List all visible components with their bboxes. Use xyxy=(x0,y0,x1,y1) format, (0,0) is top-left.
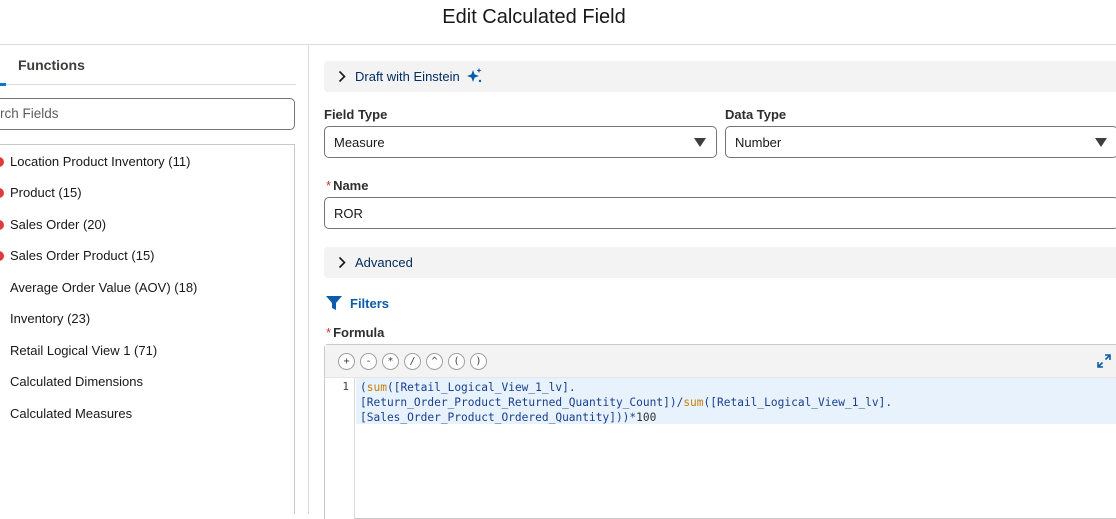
tab-functions-label: Functions xyxy=(18,57,85,73)
name-label: * Name xyxy=(326,178,368,193)
advanced-label: Advanced xyxy=(355,255,413,270)
tree-item[interactable]: Calculated Measures xyxy=(0,402,291,426)
formula-label: * Formula xyxy=(326,325,384,340)
tree-item[interactable]: Sales Order Product (15) xyxy=(0,244,291,268)
tree-item[interactable]: Location Product Inventory (11) xyxy=(0,150,291,174)
object-marker-icon xyxy=(0,157,4,167)
search-placeholder-clip: Search Fields xyxy=(1,99,291,129)
code-field-ref: [Sales_Order_Product_Ordered_Quantity])) xyxy=(360,411,630,424)
tree-item-label: Product (15) xyxy=(10,185,82,200)
code-field-ref: ([Retail_Logical_View_1_lv]. xyxy=(703,396,893,409)
required-marker: * xyxy=(326,178,332,193)
modal-title: Edit Calculated Field xyxy=(442,6,626,28)
code-field-ref: ([Retail_Logical_View_1_lv]. xyxy=(386,381,576,394)
caret-down-icon xyxy=(694,138,706,147)
code-function-sum: sum xyxy=(683,396,704,409)
tree-item[interactable]: Retail Logical View 1 (71) xyxy=(0,339,291,363)
data-type-label: Data Type xyxy=(725,107,787,122)
tree-item-label: Location Product Inventory (11) xyxy=(10,154,191,169)
operator-toolbar: + - * / ^ () xyxy=(325,345,1116,378)
tree-item-label: Calculated Measures xyxy=(10,406,133,421)
field-type-value: Measure xyxy=(334,135,385,150)
tree-item-label: Sales Order Product (15) xyxy=(10,248,155,263)
filter-icon xyxy=(326,296,342,310)
formula-label-text: Formula xyxy=(333,325,385,340)
object-marker-icon xyxy=(0,220,4,230)
tree-item[interactable]: Sales Order (20) xyxy=(0,213,291,237)
tree-item[interactable]: Product (15) xyxy=(0,181,291,205)
operator-button[interactable]: ) xyxy=(470,353,487,370)
operator-button[interactable]: / xyxy=(404,353,421,370)
operator-button[interactable]: + xyxy=(338,353,355,370)
active-tab-indicator xyxy=(0,83,6,86)
data-type-value: Number xyxy=(735,135,782,150)
tree-item-label: Average Order Value (AOV) (18) xyxy=(10,280,198,295)
search-placeholder: Search Fields xyxy=(1,106,59,121)
object-marker-icon xyxy=(0,251,4,261)
name-value: ROR xyxy=(334,206,363,221)
code-number: 100 xyxy=(636,411,657,424)
tree-item-label: Inventory (23) xyxy=(10,311,91,326)
name-label-text: Name xyxy=(333,178,369,193)
chevron-right-icon xyxy=(338,70,346,83)
chevron-right-icon xyxy=(338,256,346,269)
draft-with-einstein-label: Draft with Einstein xyxy=(355,69,460,84)
caret-down-icon xyxy=(1095,138,1107,147)
code-field-ref: [Return_Order_Product_Returned_Quantity_… xyxy=(360,396,684,409)
advanced-toggle[interactable]: Advanced xyxy=(324,247,1116,278)
name-input[interactable]: ROR xyxy=(324,197,1116,229)
tree-item-label: Sales Order (20) xyxy=(10,217,107,232)
tab-functions[interactable]: Functions xyxy=(0,55,296,86)
einstein-sparkle-icon xyxy=(467,68,482,83)
required-marker: * xyxy=(326,325,332,340)
editor-panel: Draft with Einstein Field Type Measure D… xyxy=(310,45,1116,519)
fields-panel: Functions Search Fields Location Product… xyxy=(0,45,309,514)
tree-item-label: Retail Logical View 1 (71) xyxy=(10,343,158,358)
field-type-label: Field Type xyxy=(324,107,388,122)
operator-button[interactable]: ^ xyxy=(426,353,443,370)
line-number: 1 xyxy=(342,380,349,393)
operator-button[interactable]: ( xyxy=(448,353,465,370)
expand-icon[interactable] xyxy=(1097,354,1111,368)
operator-button[interactable]: * xyxy=(382,353,399,370)
line-gutter: 1 xyxy=(325,378,355,519)
draft-with-einstein-toggle[interactable]: Draft with Einstein xyxy=(324,61,1116,92)
formula-code[interactable]: (sum([Retail_Logical_View_1_lv]. [Return… xyxy=(360,380,892,425)
object-marker-icon xyxy=(0,188,4,198)
modal-header: Edit Calculated Field xyxy=(0,0,1116,45)
tree-item[interactable]: Average Order Value (AOV) (18) xyxy=(0,276,291,300)
tree-item-label: Calculated Dimensions xyxy=(10,374,143,389)
code-paren: ( xyxy=(360,381,367,394)
search-fields-input[interactable]: Search Fields xyxy=(0,98,295,130)
field-tree: Location Product Inventory (11) Product (… xyxy=(0,144,295,514)
operator-button[interactable]: - xyxy=(360,353,377,370)
formula-editor[interactable]: + - * / ^() 1 (sum([Retail_Logical_View_1_lv… xyxy=(324,344,1116,519)
field-type-select[interactable]: Measure xyxy=(324,126,717,158)
tree-item[interactable]: Calculated Dimensions xyxy=(0,370,291,394)
code-function-sum: sum xyxy=(366,381,387,394)
filters-label: Filters xyxy=(350,296,390,311)
tree-item[interactable]: Inventory (23) xyxy=(0,307,291,331)
data-type-select[interactable]: Number xyxy=(725,126,1116,158)
